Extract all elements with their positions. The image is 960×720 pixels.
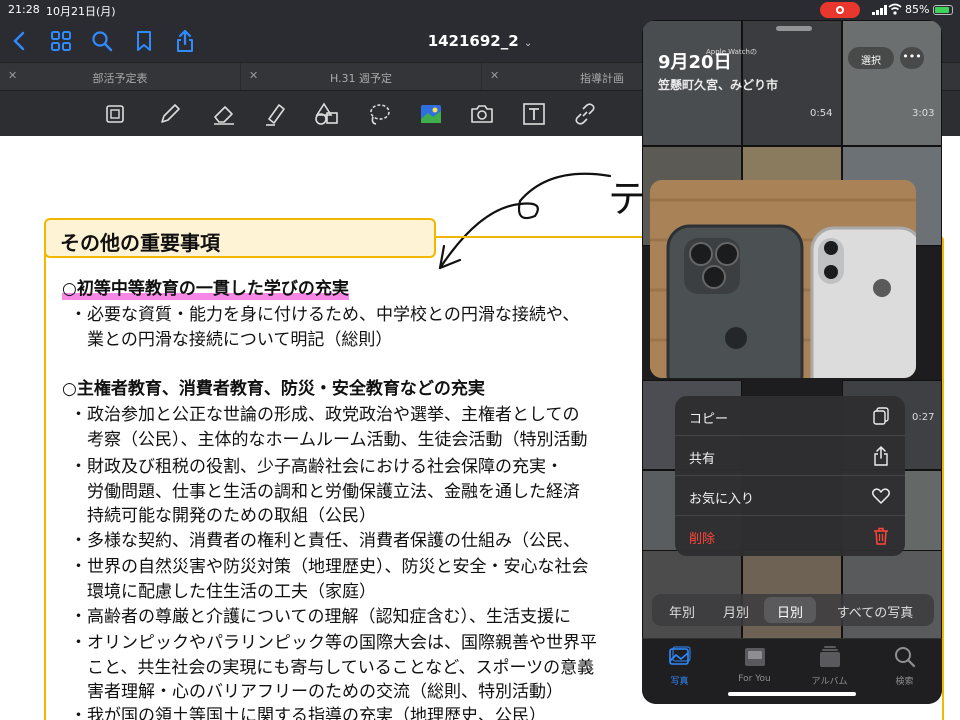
- body-line: こと、共生社会の実現にも寄与していることなど、スポーツの意義: [70, 658, 595, 678]
- menu-item-label: コピー: [689, 412, 729, 427]
- menu-item-copy[interactable]: コピー: [675, 396, 905, 436]
- tab-library[interactable]: 写真: [642, 645, 717, 695]
- video-duration: 3:03: [912, 108, 935, 119]
- highlighted-heading: ○初等中等教育の一貫した学びの充実: [62, 279, 349, 300]
- for-you-icon: [744, 648, 765, 666]
- status-date: 10月21日(月): [46, 5, 116, 18]
- video-duration: 0:54: [810, 108, 833, 119]
- video-duration: 0:27: [912, 412, 935, 423]
- image-icon[interactable]: [418, 101, 444, 127]
- photo-thumbnail[interactable]: [842, 20, 942, 146]
- chevron-down-icon: ⌄: [523, 38, 533, 49]
- tab-label: H.31 週予定: [329, 72, 393, 85]
- tab-label: 検索: [895, 677, 914, 687]
- menu-item-label: お気に入り: [689, 492, 755, 507]
- tab-label: 部活予定表: [92, 72, 148, 85]
- photos-slide-over[interactable]: Apple Watchの 9月20日 笠懸町久宮、みどり市 選択 ••• 0:5…: [642, 20, 942, 704]
- document-title-button[interactable]: 1421692_2 ⌄: [300, 32, 660, 50]
- body-line: ・オリンピックやパラリンピック等の国際大会は、国際親善や世界平: [70, 633, 597, 653]
- menu-item-label: 削除: [689, 532, 716, 547]
- battery-percent: 85%: [905, 3, 930, 16]
- menu-item-share[interactable]: 共有: [675, 436, 905, 476]
- block-heading: ○主権者教育、消費者教育、防災・安全教育などの充実: [62, 379, 485, 399]
- battery-icon: [933, 5, 953, 15]
- share-icon: [874, 446, 888, 466]
- albums-icon: [819, 646, 840, 667]
- status-bar: 21:28 10月21日(月) 85%: [0, 0, 960, 20]
- body-line: 考察（公民）、主体的なホームルーム活動、生徒会活動（特別活動: [70, 430, 588, 450]
- tab-for-you[interactable]: For You: [717, 645, 792, 695]
- eraser-icon[interactable]: [211, 101, 237, 127]
- tab-label: 写真: [670, 677, 689, 687]
- shapes-icon[interactable]: [314, 101, 340, 127]
- select-button[interactable]: 選択: [848, 47, 894, 69]
- body-line: ・高齢者の尊厳と介護についての理解（認知症含む）、生活支援に: [70, 607, 571, 627]
- block-heading: ○初等中等教育の一貫した学びの充実: [62, 274, 349, 300]
- document-title: 1421692_2: [427, 32, 519, 50]
- body-line: ・世界の自然災害や防災対策（地理歴史）、防災と安全・安心な社会: [70, 557, 589, 577]
- bookmark-icon[interactable]: [132, 29, 156, 53]
- body-line: 害者理解・心のバリアフリーのための交流（総則、特別活動）: [70, 682, 563, 702]
- body-line: 持続可能な開発のための取組（公民）: [70, 506, 376, 526]
- tab-label: For You: [738, 674, 771, 684]
- body-line: ・財政及び租税の役割、少子高齢社会における社会保障の充実・: [70, 457, 563, 477]
- photos-date-heading: 9月20日: [658, 52, 732, 73]
- back-icon[interactable]: [8, 29, 32, 53]
- body-line: ・我が国の領土等国土に関する指導の充実（地理歴史、公民）: [70, 706, 546, 720]
- home-indicator[interactable]: [728, 692, 856, 696]
- tab-weekly[interactable]: ✕ H.31 週予定: [241, 63, 482, 91]
- tab-label: アルバム: [811, 677, 848, 687]
- more-button[interactable]: •••: [900, 47, 924, 69]
- lasso-select-icon[interactable]: [102, 101, 128, 127]
- menu-item-label: 共有: [689, 452, 716, 467]
- highlighter-icon[interactable]: [263, 101, 289, 127]
- tab-bukatsu[interactable]: ✕ 部活予定表: [0, 63, 241, 91]
- status-time: 21:28: [8, 3, 40, 16]
- link-icon[interactable]: [572, 101, 598, 127]
- iphone-photo: [650, 180, 916, 378]
- screen-recording-indicator[interactable]: [820, 2, 860, 18]
- body-line: 労働問題、仕事と生活の調和と労働保護立法、金融を通した経済: [70, 482, 580, 502]
- library-view-segmented-control: 年別 月別 日別 すべての写真: [652, 594, 934, 626]
- trash-icon: [874, 527, 888, 545]
- grid-icon[interactable]: [49, 29, 73, 53]
- segment-all-photos[interactable]: すべての写真: [820, 594, 930, 626]
- share-icon[interactable]: [173, 29, 197, 53]
- lasso-icon[interactable]: [366, 101, 392, 127]
- camera-icon[interactable]: [469, 101, 495, 127]
- menu-item-favorite[interactable]: お気に入り: [675, 476, 905, 516]
- wifi-icon: [888, 3, 902, 15]
- search-icon[interactable]: [90, 29, 114, 53]
- tab-search[interactable]: 検索: [867, 645, 942, 695]
- search-icon: [894, 647, 915, 668]
- selected-photo-preview[interactable]: [650, 180, 916, 378]
- photos-icon: [668, 646, 690, 665]
- context-menu: コピー 共有 お気に入り 削除: [675, 396, 905, 556]
- body-line: 環境に配慮した住生活の工夫（家庭）: [70, 582, 376, 602]
- menu-item-delete[interactable]: 削除: [675, 516, 905, 556]
- segment-days[interactable]: 日別: [764, 597, 816, 623]
- photos-location[interactable]: 笠懸町久宮、みどり市: [658, 76, 778, 93]
- segment-years[interactable]: 年別: [656, 594, 708, 626]
- body-line: ・多様な契約、消費者の権利と責任、消費者保護の仕組み（公民、: [70, 531, 580, 551]
- text-icon[interactable]: [521, 101, 547, 127]
- close-icon[interactable]: ✕: [490, 69, 499, 82]
- tab-albums[interactable]: アルバム: [792, 645, 867, 695]
- slide-over-grabber[interactable]: [776, 26, 812, 31]
- body-line: ・政治参加と公正な世論の形成、政党政治や選挙、主権者としての: [70, 405, 580, 425]
- heart-icon: [871, 488, 891, 504]
- copy-icon: [873, 407, 889, 425]
- section-heading: その他の重要事項: [44, 218, 436, 258]
- segment-months[interactable]: 月別: [710, 594, 762, 626]
- body-line: 業との円滑な接続について明記（総則）: [70, 330, 393, 350]
- handwritten-text: テ: [608, 177, 647, 221]
- close-icon[interactable]: ✕: [8, 69, 17, 82]
- pen-icon[interactable]: [157, 101, 183, 127]
- body-line: ・必要な資質・能力を身に付けるため、中学校との円滑な接続や、: [70, 305, 580, 325]
- cellular-signal-icon: [872, 5, 887, 15]
- close-icon[interactable]: ✕: [249, 69, 258, 82]
